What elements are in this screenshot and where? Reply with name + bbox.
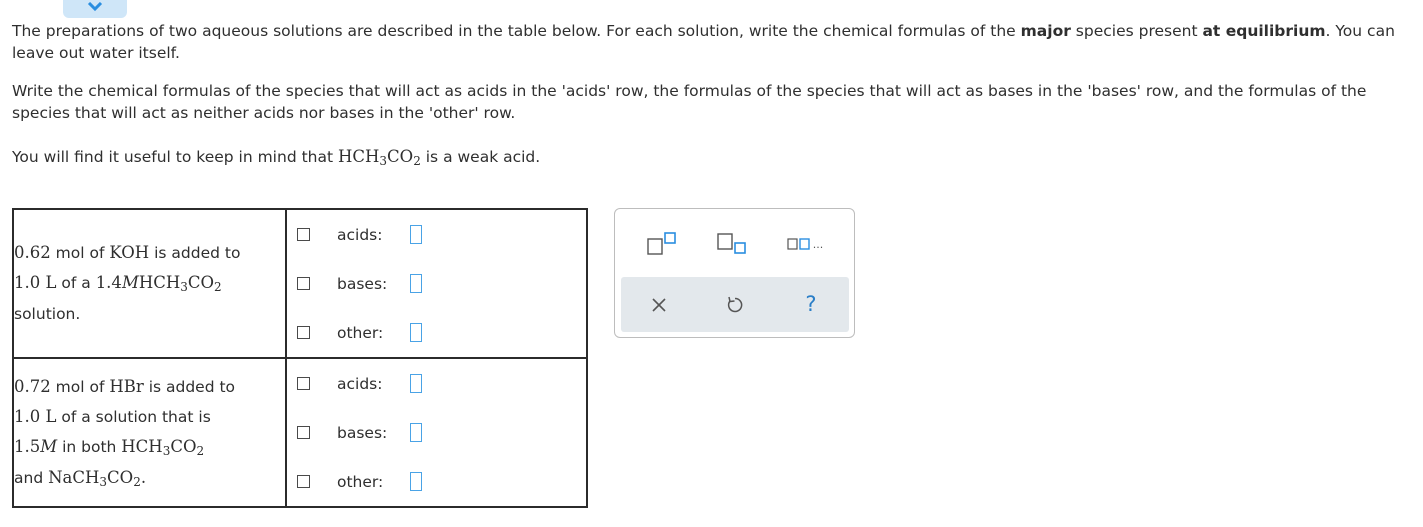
weak-acid-formula: HCH3CO2 xyxy=(337,147,421,168)
bases-label: bases: xyxy=(337,274,388,293)
instructions-paragraph-1: The preparations of two aqueous solution… xyxy=(12,22,1395,62)
help-icon[interactable]: ? xyxy=(797,289,825,319)
other-label: other: xyxy=(337,472,384,491)
table-row: 0.62 mol of KOH is added to 1.0 L of a 1… xyxy=(12,208,588,359)
other-row: other: xyxy=(287,457,586,506)
acids-label: acids: xyxy=(337,374,383,393)
solution-2-answers: acids: bases: other: xyxy=(285,357,588,508)
acids-checkbox[interactable] xyxy=(297,228,310,241)
other-input[interactable] xyxy=(410,472,422,491)
acids-checkbox[interactable] xyxy=(297,377,310,390)
bases-row: bases: xyxy=(287,408,586,457)
solution-1-description: 0.62 mol of KOH is added to 1.0 L of a 1… xyxy=(12,208,287,359)
math-palette: ... ? xyxy=(614,208,855,338)
acids-input[interactable] xyxy=(410,374,422,393)
subscript-box-icon[interactable] xyxy=(711,231,751,257)
collapse-tab[interactable] xyxy=(63,0,127,18)
acids-row: acids: xyxy=(287,359,586,408)
instructions-paragraph-3: You will find it useful to keep in mind … xyxy=(12,147,541,168)
acids-row: acids: xyxy=(287,210,586,259)
other-checkbox[interactable] xyxy=(297,475,310,488)
acids-input[interactable] xyxy=(410,225,422,244)
bases-input[interactable] xyxy=(410,423,422,442)
bases-checkbox[interactable] xyxy=(297,426,310,439)
superscript-box-icon[interactable] xyxy=(643,231,683,257)
bases-input[interactable] xyxy=(410,274,422,293)
solutions-table: 0.62 mol of KOH is added to 1.0 L of a 1… xyxy=(12,208,588,508)
undo-icon[interactable] xyxy=(721,291,749,319)
chevron-down-icon xyxy=(87,2,103,12)
close-icon[interactable] xyxy=(645,291,673,319)
other-checkbox[interactable] xyxy=(297,326,310,339)
bases-checkbox[interactable] xyxy=(297,277,310,290)
bases-label: bases: xyxy=(337,423,388,442)
instructions-paragraph-2: Write the chemical formulas of the speci… xyxy=(12,82,1367,122)
solution-2-description: 0.72 mol of HBr is added to 1.0 L of a s… xyxy=(12,357,287,508)
table-row: 0.72 mol of HBr is added to 1.0 L of a s… xyxy=(12,357,588,508)
other-input[interactable] xyxy=(410,323,422,342)
palette-actions-bar: ? xyxy=(621,277,849,332)
acids-label: acids: xyxy=(337,225,383,244)
other-label: other: xyxy=(337,323,384,342)
solution-1-answers: acids: bases: other: xyxy=(285,208,588,359)
multiple-boxes-icon[interactable]: ... xyxy=(779,231,831,257)
other-row: other: xyxy=(287,308,586,357)
ellipsis-label: ... xyxy=(812,237,824,251)
bases-row: bases: xyxy=(287,259,586,308)
